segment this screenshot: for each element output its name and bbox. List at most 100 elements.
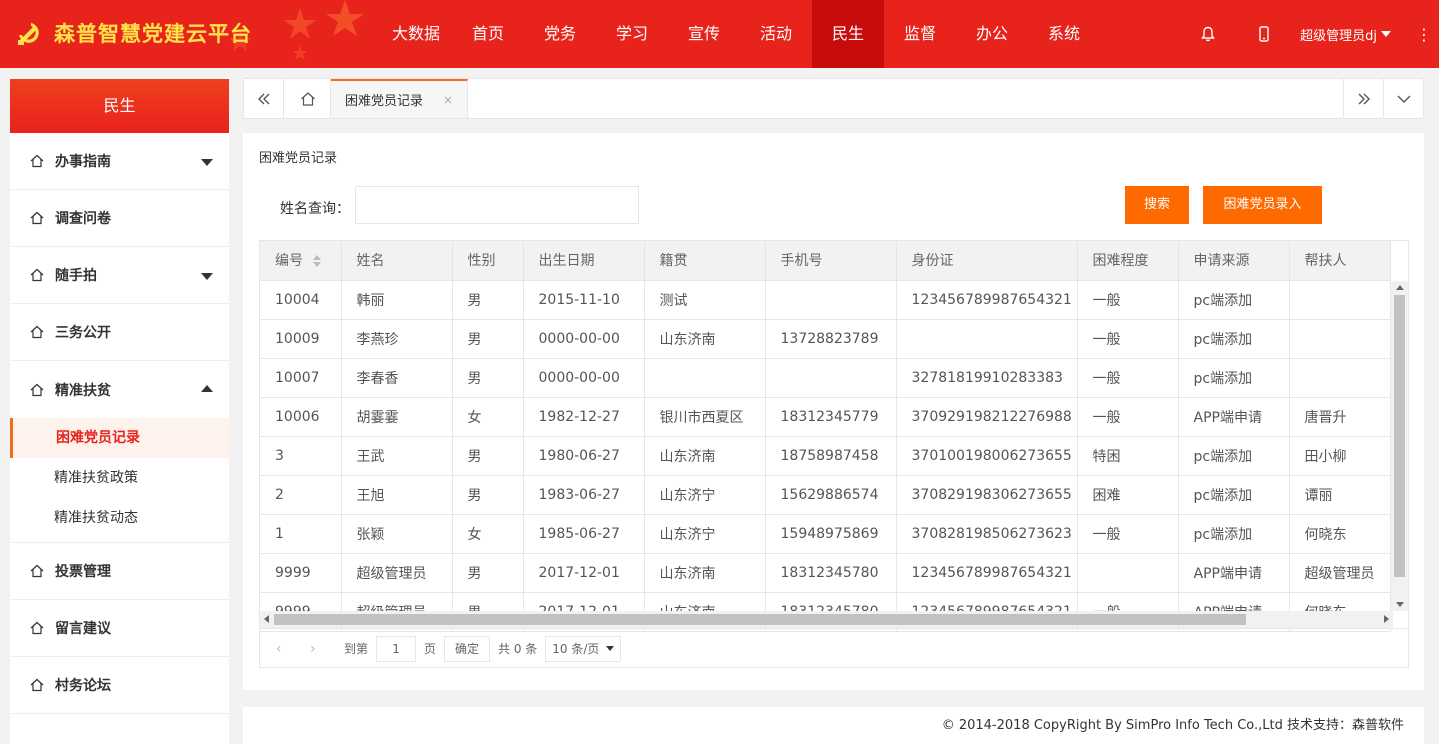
table-cell: 10009 (260, 319, 342, 359)
scrollbar-thumb[interactable] (1394, 295, 1405, 577)
home-icon (30, 621, 44, 635)
table-cell: 超级管理员 (1289, 553, 1391, 593)
table-cell: 1 (260, 514, 342, 554)
tab-options-button[interactable] (1383, 79, 1423, 118)
table-cell: 10006 (260, 397, 342, 437)
tab-home-button[interactable] (285, 79, 331, 118)
table-row[interactable]: 9999超级管理员男2017-12-01山东济南1831234578012345… (260, 553, 1391, 593)
page-title: 困难党员记录 (259, 151, 338, 166)
nav-supervision[interactable]: 监督 (884, 0, 956, 68)
user-menu[interactable]: 超级管理员dj (1300, 25, 1391, 44)
sidebar-subitem-poverty-policy[interactable]: 精准扶贫政策 (10, 458, 229, 498)
caret-up-icon (201, 385, 213, 392)
table-cell: 15948975869 (765, 514, 897, 554)
sidebar-item-label: 随手拍 (55, 268, 97, 284)
table-cell: 胡霎霎 (341, 397, 453, 437)
table-row[interactable]: 10007 李春香男 0000-00-00 32781819910283383 一般 pc… (260, 358, 1391, 398)
table-row[interactable]: 1 张颖女 1985-06-27 山东济宁 15948975869 37082819850… (260, 514, 1391, 554)
copyright-text: © 2014-2018 CopyRight By SimPro Info Tec… (941, 718, 1404, 733)
table-row[interactable]: 2 王旭男 1983-06-27 山东济宁 15629886574 37082919830… (260, 475, 1391, 515)
scroll-up-icon[interactable] (1396, 285, 1404, 290)
scroll-left-icon[interactable] (264, 615, 269, 623)
sidebar-item-voting[interactable]: 投票管理 (10, 543, 229, 600)
table-row[interactable]: 3 王武男 1980-06-27 山东济南 18758987458 37010019800… (260, 436, 1391, 476)
next-page-button[interactable]: › (310, 641, 344, 657)
page-size-select[interactable]: 10 条/页 (545, 635, 622, 662)
sidebar-item-village-forum[interactable]: 村务论坛 (10, 657, 229, 714)
sidebar-item-label: 投票管理 (55, 564, 111, 580)
table-cell (1289, 358, 1391, 398)
more-menu-button[interactable]: ⋮ (1409, 25, 1439, 44)
confirm-page-button[interactable]: 确定 (444, 635, 491, 662)
nav-system[interactable]: 系统 (1028, 0, 1100, 68)
table-row[interactable]: 10009 李燕珍男 0000-00-00 山东济南 13728823789 一般 pc端添… (260, 319, 1391, 359)
table-cell: 山东济宁 (644, 475, 766, 515)
nav-livelihood[interactable]: 民生 (812, 0, 884, 68)
sidebar-item-guide[interactable]: 办事指南 (10, 133, 229, 190)
table-cell: 男 (452, 436, 524, 476)
sidebar-item-poverty-alleviation[interactable]: 精准扶贫 (10, 361, 229, 418)
mobile-button[interactable] (1236, 0, 1292, 68)
column-header-hometown: 籍贯 (644, 241, 766, 281)
sidebar-item-survey[interactable]: 调查问卷 (10, 190, 229, 247)
tab-hardship-records[interactable]: 困难党员记录 × (331, 79, 469, 118)
notification-button[interactable] (1180, 0, 1236, 68)
column-header-name: 姓名 (341, 241, 453, 281)
sidebar-item-label: 三务公开 (55, 325, 111, 341)
horizontal-scrollbar[interactable] (260, 611, 1393, 628)
sort-icon[interactable] (313, 255, 321, 268)
tab-label: 困难党员记录 (345, 94, 424, 109)
table-cell: 1983-06-27 (523, 475, 645, 515)
table-cell: 10007 (260, 358, 342, 398)
vertical-scrollbar[interactable] (1391, 281, 1408, 611)
home-icon (30, 268, 44, 282)
double-chevron-right-icon (1358, 93, 1370, 104)
sidebar-item-public-affairs[interactable]: 三务公开 (10, 304, 229, 361)
sidebar-title: 民生 (10, 79, 229, 133)
scrollbar-thumb[interactable] (274, 614, 1246, 625)
table-row[interactable]: 10004 韩丽男 2015-11-10 测试 123456789987654321 一般… (260, 280, 1391, 320)
tab-scroll-left-button[interactable] (244, 79, 284, 118)
caret-down-icon (201, 159, 213, 166)
sidebar-subitem-poverty-news[interactable]: 精准扶贫动态 (10, 498, 229, 538)
sidebar-subitem-hardship-records[interactable]: 困难党员记录 (10, 418, 229, 458)
table-cell: 田小柳 (1289, 436, 1391, 476)
scroll-right-icon[interactable] (1384, 615, 1389, 623)
nav-activities[interactable]: 活动 (740, 0, 812, 68)
nav-office[interactable]: 办公 (956, 0, 1028, 68)
table-cell: 一般 (1077, 319, 1179, 359)
tab-bar: 困难党员记录 × (243, 78, 1424, 119)
top-header: 森普智慧党建云平台 大数据 首页 党务 学习 宣传 活动 民生 监督 办公 系统… (0, 0, 1439, 68)
add-hardship-member-button[interactable]: 困难党员录入 (1203, 186, 1322, 224)
close-icon[interactable]: × (443, 93, 453, 107)
records-table: 编号 姓名 性别 出生日期 籍贯 手机号 身份证 困难程度 申请来源 帮扶人 1… (259, 240, 1409, 668)
table-cell: 特困 (1077, 436, 1179, 476)
table-cell: pc端添加 (1178, 475, 1290, 515)
nav-party-affairs[interactable]: 党务 (524, 0, 596, 68)
sidebar-item-snapshot[interactable]: 随手拍 (10, 247, 229, 304)
column-header-id[interactable]: 编号 (260, 241, 342, 281)
search-button[interactable]: 搜索 (1125, 186, 1189, 224)
name-search-input[interactable] (355, 186, 639, 224)
caret-down-icon (1381, 31, 1391, 37)
nav-home[interactable]: 首页 (452, 0, 524, 68)
scroll-down-icon[interactable] (1396, 602, 1404, 607)
table-cell: 王武 (341, 436, 453, 476)
logo[interactable]: 森普智慧党建云平台 (14, 18, 252, 48)
nav-publicity[interactable]: 宣传 (668, 0, 740, 68)
tab-scroll-right-button[interactable] (1343, 79, 1383, 118)
table-cell: 9999 (260, 553, 342, 593)
table-row[interactable]: 10006 胡霎霎女 1982-12-27 银川市西夏区 18312345779 3709… (260, 397, 1391, 437)
column-header-source: 申请来源 (1178, 241, 1290, 281)
page-number-input[interactable]: 1 (376, 635, 417, 662)
prev-page-button[interactable]: ‹ (276, 641, 310, 657)
table-cell: 18312345780 (765, 553, 897, 593)
table-cell: 王旭 (341, 475, 453, 515)
nav-bigdata[interactable]: 大数据 (380, 0, 452, 68)
table-cell: 2017-12-01 (523, 553, 645, 593)
table-cell: 2015-11-10 (523, 280, 645, 320)
table-cell: 1985-06-27 (523, 514, 645, 554)
table-cell: 0000-00-00 (523, 319, 645, 359)
nav-study[interactable]: 学习 (596, 0, 668, 68)
sidebar-item-suggestions[interactable]: 留言建议 (10, 600, 229, 657)
